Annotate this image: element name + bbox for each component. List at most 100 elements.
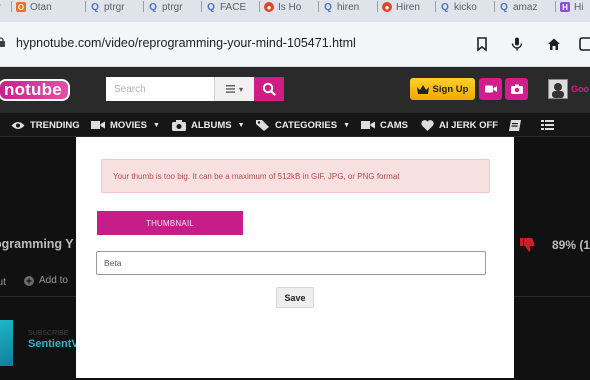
reddit-icon: ● — [382, 2, 392, 12]
upload-video-button[interactable] — [479, 78, 502, 100]
tab-add-to[interactable]: Add to — [24, 275, 68, 286]
user-menu[interactable]: Goo — [548, 79, 589, 99]
browser-tab[interactable]: ar — [0, 0, 1, 14]
google-search-icon: Q — [149, 1, 157, 13]
tab-separator — [377, 1, 378, 12]
video-camera-icon — [484, 85, 497, 93]
nav-item-albums[interactable]: ALBUMS ▼ — [172, 113, 245, 137]
browser-tab[interactable]: ● Hiren — [377, 0, 420, 14]
tab-separator — [318, 1, 319, 12]
microphone-icon[interactable] — [507, 34, 527, 54]
tab-separator — [201, 1, 202, 12]
nav-label: TRENDING — [30, 119, 80, 131]
tab-separator — [85, 1, 86, 12]
title-field[interactable] — [96, 251, 486, 275]
browser-tab[interactable]: Qkicko — [435, 0, 477, 14]
browser-tab[interactable]: Q FACE — [201, 0, 247, 14]
orange-favicon: O — [16, 2, 26, 12]
tab-separator — [11, 1, 12, 12]
search-filter-dropdown[interactable]: ▾ — [214, 77, 254, 101]
browser-tab-label: ptrgr — [104, 1, 125, 13]
search-bar: ▾ — [106, 77, 284, 101]
camera-icon — [172, 119, 186, 131]
site-logo[interactable]: notube — [0, 79, 70, 101]
nav-label: ALBUMS — [191, 119, 232, 131]
tab-separator — [555, 1, 556, 12]
chevron-down-icon: ▼ — [237, 121, 245, 129]
reddit-icon: ● — [264, 2, 274, 12]
browser-tab-label: Is Ho — [278, 1, 302, 13]
main-nav: TRENDING MOVIES ▼ ALBUMS ▼ CATEGORIES ▼ … — [0, 113, 590, 137]
sign-up-label: Sign Up — [432, 83, 469, 95]
browser-tab-label: kicko — [454, 1, 477, 13]
browser-tab[interactable]: ● Is Ho — [259, 0, 302, 14]
thumbnail-button[interactable]: THUMBNAIL — [97, 211, 243, 235]
nav-item-movies[interactable]: MOVIES ▼ — [91, 113, 160, 137]
home-icon[interactable] — [544, 34, 564, 54]
browser-tab[interactable]: Qptrgr — [143, 0, 183, 14]
google-search-icon: Q — [500, 1, 508, 13]
google-search-icon: Q — [91, 1, 99, 13]
film-icon — [91, 121, 105, 129]
google-search-icon: Q — [324, 1, 332, 13]
browser-tab[interactable]: Qamaz — [494, 0, 538, 14]
browser-tab[interactable]: Qhiren — [318, 0, 359, 14]
browser-tab[interactable]: O Otan — [11, 0, 52, 14]
browser-tab-label: FACE — [220, 1, 247, 13]
google-search-icon: Q — [207, 1, 215, 13]
browser-tab-label: ptrgr — [162, 1, 183, 13]
tab-add-to-label: Add to — [39, 275, 68, 286]
tag-icon — [256, 120, 269, 131]
crown-icon — [416, 84, 429, 94]
search-input[interactable] — [106, 77, 214, 101]
browser-tab-label: Otan — [30, 1, 52, 13]
nav-label: AI JERK OFF — [439, 119, 499, 131]
nav-item-trending[interactable]: TRENDING — [11, 113, 80, 137]
tab-about[interactable]: out — [0, 277, 6, 288]
url-text[interactable]: hypnotube.com/video/reprogramming-your-m… — [16, 36, 356, 50]
book-icon — [509, 119, 521, 131]
nav-label: CAMS — [380, 119, 408, 131]
tab-separator — [435, 1, 436, 12]
thumbnail-upload-modal: Your thumb is too big. It can be a maxim… — [76, 137, 514, 378]
browser-tab-label: ar — [0, 2, 1, 13]
chevron-down-icon: ▼ — [343, 121, 351, 129]
heart-icon — [421, 119, 434, 131]
avatar — [548, 79, 568, 99]
save-button[interactable]: Save — [276, 287, 314, 308]
tab-separator — [494, 1, 495, 12]
bookmark-icon[interactable] — [472, 34, 492, 54]
menu-icon — [541, 120, 554, 130]
channel-name[interactable]: SentientV — [28, 338, 79, 350]
lock-icon — [0, 37, 5, 47]
site-header: notube ▾ Sign Up Goo — [0, 67, 590, 113]
chevron-down-icon: ▾ — [238, 84, 243, 94]
browser-tab-label: amaz — [513, 1, 538, 13]
nav-item-cams[interactable]: CAMS — [361, 113, 408, 137]
browser-tab[interactable]: Qptrgr — [85, 0, 125, 14]
nav-item-categories[interactable]: CATEGORIES ▼ — [256, 113, 350, 137]
google-search-icon: Q — [441, 1, 449, 13]
error-alert: Your thumb is too big. It can be a maxim… — [101, 159, 490, 193]
nav-item-more[interactable] — [541, 113, 554, 137]
sign-up-button[interactable]: Sign Up — [410, 78, 475, 100]
camera-icon — [510, 84, 523, 94]
eye-icon — [11, 121, 25, 129]
channel-caption: SUBSCRIBE — [28, 330, 69, 337]
tab-separator — [143, 1, 144, 12]
nav-label: CATEGORIES — [275, 119, 338, 131]
tab-switcher-icon[interactable] — [576, 34, 590, 54]
thumbs-down-icon[interactable] — [520, 238, 535, 252]
user-name: Goo — [571, 84, 589, 94]
search-button[interactable] — [254, 77, 284, 101]
video-cam-icon — [361, 121, 375, 129]
nav-item-blog[interactable] — [509, 113, 521, 137]
browser-tab[interactable]: H Hi — [555, 0, 583, 14]
nav-label: MOVIES — [110, 119, 147, 131]
upload-photo-button[interactable] — [505, 78, 528, 100]
channel-avatar[interactable] — [0, 320, 13, 366]
purple-favicon: H — [560, 2, 570, 12]
nav-item-ai-jerk-off[interactable]: AI JERK OFF — [421, 113, 498, 137]
video-rating: 89% (1 — [552, 238, 590, 252]
video-title: ogramming Y — [0, 237, 74, 251]
